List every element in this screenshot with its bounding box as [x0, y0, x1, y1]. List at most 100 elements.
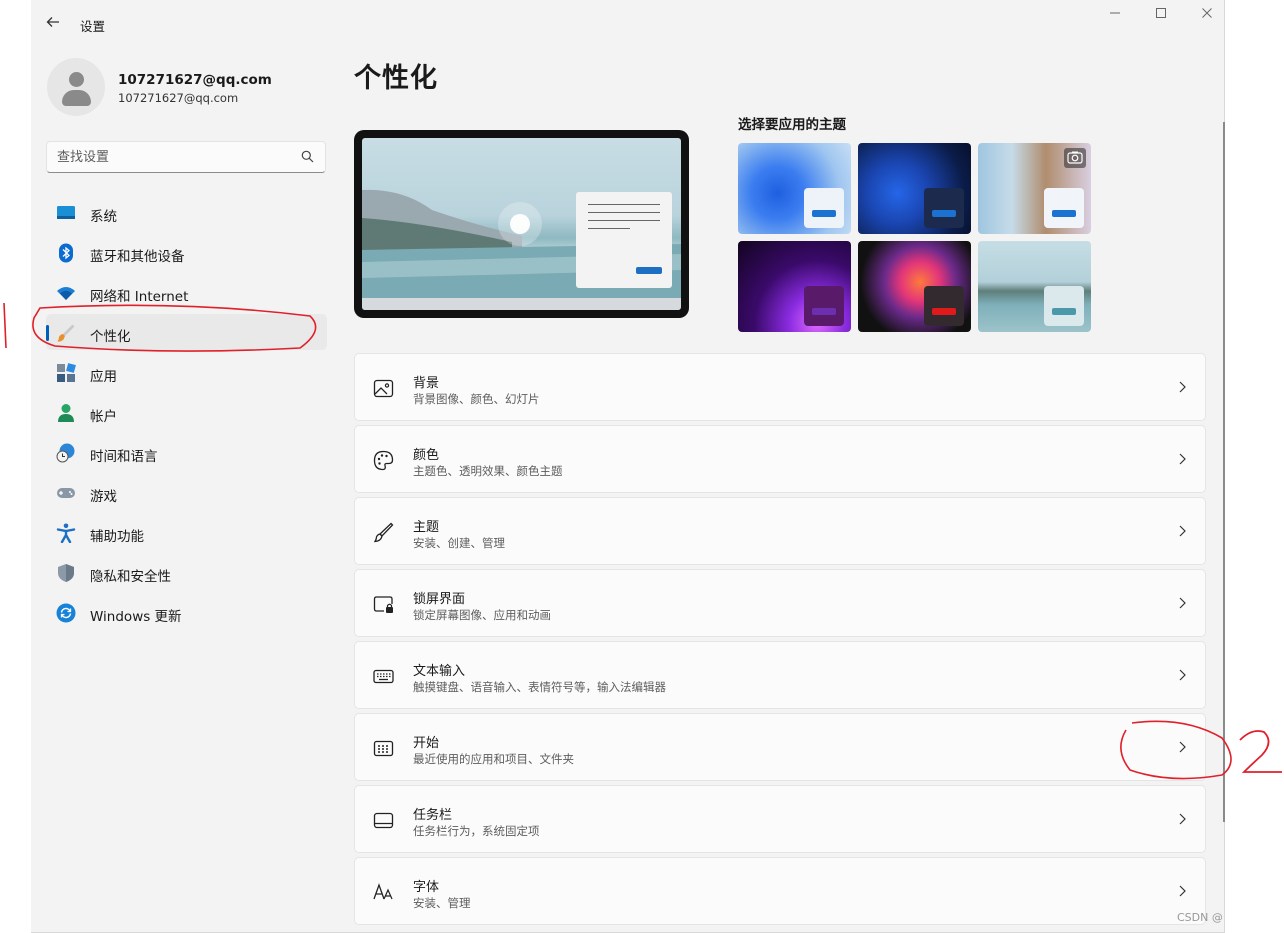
chevron-right-icon [1179, 669, 1186, 681]
scrollbar[interactable] [1223, 122, 1225, 822]
chevron-right-icon [1179, 381, 1186, 393]
update-icon [56, 603, 76, 623]
chevron-right-icon [1179, 741, 1186, 753]
theme-accent-chip [924, 188, 964, 228]
card-subtitle: 锁定屏幕图像、应用和动画 [413, 608, 551, 622]
theme-flowers[interactable] [978, 143, 1091, 234]
card-fonts[interactable]: 字体 安装、管理 [354, 857, 1206, 925]
card-taskbar[interactable]: 任务栏 任务栏行为，系统固定项 [354, 785, 1206, 853]
keyboard-icon [373, 669, 394, 684]
card-subtitle: 触摸键盘、语音输入、表情符号等，输入法编辑器 [413, 680, 666, 694]
card-themes[interactable]: 主题 安装、创建、管理 [354, 497, 1206, 565]
sidebar-item-gaming[interactable]: 游戏 [46, 474, 327, 510]
app-title: 设置 [80, 19, 106, 34]
avatar-head [69, 72, 84, 87]
theme-accent-chip [924, 286, 964, 326]
card-title: 开始 [413, 736, 440, 751]
avatar-body [62, 90, 91, 106]
maximize-button[interactable] [1149, 6, 1173, 26]
apps-icon [57, 363, 76, 382]
gamepad-icon [57, 488, 75, 498]
theme-accent-swatch [812, 308, 836, 315]
sidebar-item-personalization[interactable]: 个性化 [46, 314, 327, 350]
preview-line [588, 212, 660, 213]
sidebar-item-label: 蓝牙和其他设备 [90, 249, 185, 265]
preview-taskbar [362, 298, 681, 310]
sidebar-item-label: 隐私和安全性 [90, 569, 171, 585]
annotation-mark-line [3, 302, 7, 349]
close-button[interactable] [1195, 6, 1219, 26]
card-title: 字体 [413, 880, 440, 895]
page-title: 个性化 [354, 63, 438, 94]
card-title: 锁屏界面 [413, 592, 466, 607]
card-subtitle: 背景图像、颜色、幻灯片 [413, 392, 540, 406]
theme-accent-swatch [812, 210, 836, 217]
sidebar-item-accounts[interactable]: 帐户 [46, 394, 327, 430]
settings-window: 设置 107271627@qq.com 107271627@qq.com 系统 … [31, 0, 1225, 933]
preview-line [588, 220, 660, 221]
search-box[interactable] [46, 141, 326, 173]
sidebar-item-bluetooth[interactable]: 蓝牙和其他设备 [46, 234, 327, 270]
preview-desktop [362, 138, 681, 310]
image-icon [373, 379, 394, 398]
sidebar-item-label: 系统 [90, 209, 117, 225]
theme-windows-dark[interactable] [858, 143, 971, 234]
themes-heading: 选择要应用的主题 [738, 117, 846, 133]
theme-accent-chip [804, 188, 844, 228]
sidebar-item-label: 个性化 [90, 329, 131, 345]
maximize-icon [1156, 8, 1166, 18]
sidebar-item-label: 时间和语言 [90, 449, 158, 465]
card-background[interactable]: 背景 背景图像、颜色、幻灯片 [354, 353, 1206, 421]
account-email: 107271627@qq.com [118, 91, 239, 105]
theme-windows-light[interactable] [738, 143, 851, 234]
camera-icon [1064, 148, 1086, 168]
back-button[interactable] [45, 14, 63, 32]
brush-icon [373, 522, 394, 543]
sidebar-item-windows-update[interactable]: Windows 更新 [46, 594, 327, 630]
card-title: 主题 [413, 520, 440, 535]
card-subtitle: 安装、管理 [413, 896, 471, 910]
preview-line [588, 204, 660, 205]
card-title: 颜色 [413, 448, 440, 463]
sidebar-item-label: 网络和 Internet [90, 289, 189, 305]
chevron-right-icon [1179, 453, 1186, 465]
card-text-input[interactable]: 文本输入 触摸键盘、语音输入、表情符号等，输入法编辑器 [354, 641, 1206, 709]
theme-accent-swatch [932, 210, 956, 217]
lock-screen-icon [373, 596, 393, 613]
chevron-right-icon [1179, 813, 1186, 825]
theme-glow[interactable] [738, 241, 851, 332]
avatar[interactable] [47, 58, 105, 116]
sidebar-item-system[interactable]: 系统 [46, 194, 327, 230]
card-title: 背景 [413, 376, 440, 391]
sidebar-item-label: Windows 更新 [90, 609, 182, 625]
card-start[interactable]: 开始 最近使用的应用和项目、文件夹 [354, 713, 1206, 781]
sidebar-item-time-language[interactable]: 时间和语言 [46, 434, 327, 470]
theme-accent-chip [804, 286, 844, 326]
sidebar-item-accessibility[interactable]: 辅助功能 [46, 514, 327, 550]
card-colors[interactable]: 颜色 主题色、透明效果、颜色主题 [354, 425, 1206, 493]
sidebar-item-privacy[interactable]: 隐私和安全性 [46, 554, 327, 590]
sidebar-item-label: 帐户 [90, 409, 117, 425]
card-lock-screen[interactable]: 锁屏界面 锁定屏幕图像、应用和动画 [354, 569, 1206, 637]
card-title: 任务栏 [413, 808, 453, 823]
sidebar-nav: 系统 蓝牙和其他设备 网络和 Internet 个性化 应用 帐户 时间和语言 [46, 194, 327, 634]
sidebar-item-label: 应用 [90, 369, 117, 385]
watermark: CSDN @ [1177, 911, 1223, 924]
search-input[interactable] [47, 142, 287, 172]
minimize-button[interactable] [1103, 6, 1127, 26]
account-name: 107271627@qq.com [118, 72, 272, 88]
brush-icon [57, 324, 75, 342]
preview-line [588, 228, 630, 229]
theme-accent-chip [1044, 286, 1084, 326]
theme-sunrise[interactable] [978, 241, 1091, 332]
search-icon[interactable] [301, 150, 314, 163]
card-title: 文本输入 [413, 664, 466, 679]
sidebar-item-network[interactable]: 网络和 Internet [46, 274, 327, 310]
card-subtitle: 最近使用的应用和项目、文件夹 [413, 752, 574, 766]
theme-captured-motion[interactable] [858, 241, 971, 332]
sidebar-item-apps[interactable]: 应用 [46, 354, 327, 390]
wifi-icon [57, 287, 75, 300]
globe-clock-icon [56, 443, 75, 463]
preview-window [576, 192, 672, 288]
theme-accent-swatch [1052, 308, 1076, 315]
